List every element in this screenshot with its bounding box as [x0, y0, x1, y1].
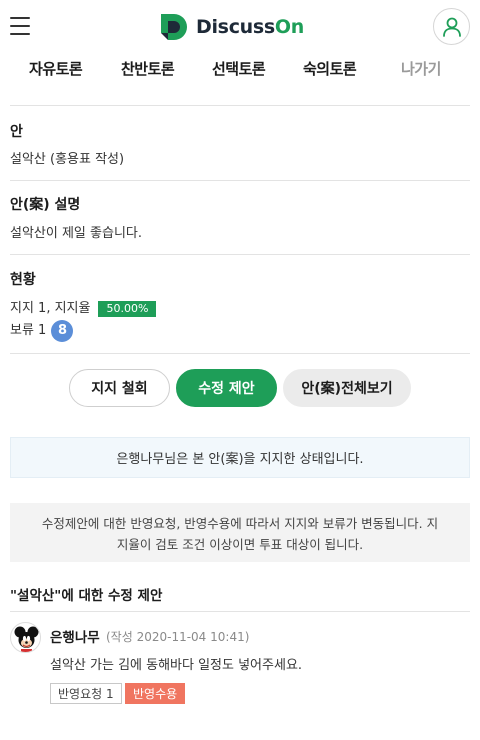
suggest-edit-button[interactable]: 수정 제안	[176, 369, 277, 407]
support-rate-badge: 50.00%	[98, 300, 157, 317]
tab-free-discussion[interactable]: 자유토론	[29, 58, 83, 79]
divider	[10, 611, 470, 612]
hold-count-text: 보류 1	[10, 323, 47, 338]
proposal-title-label: 안	[10, 124, 23, 140]
hold-row: 보류 1 8	[10, 319, 74, 342]
proposal-description-label: 안(案) 설명	[10, 197, 81, 213]
withdraw-support-button[interactable]: 지지 철회	[69, 369, 170, 407]
discussion-tabs: 자유토론 찬반토론 선택토론 숙의토론 나가기	[0, 54, 480, 86]
view-all-proposals-button[interactable]: 안(案)전체보기	[283, 369, 411, 407]
mickey-avatar-icon	[10, 622, 41, 653]
support-status-message: 은행나무님은 본 안(案)을 지지한 상태입니다.	[10, 437, 470, 478]
divider	[10, 254, 470, 255]
hold-count-badge: 8	[51, 319, 74, 342]
status-label: 현황	[10, 272, 36, 288]
suggestion-notice-line-2: 지율이 검토 조건 이상이면 투표 대상이 됩니다.	[116, 537, 364, 552]
user-profile-icon	[442, 17, 461, 37]
app-header: DiscussOn	[0, 0, 480, 54]
app-logo[interactable]: DiscussOn	[159, 12, 304, 42]
tab-choice-discussion[interactable]: 선택토론	[212, 58, 266, 79]
discusson-logo-icon	[161, 14, 187, 40]
comment-timestamp: (작성 2020-11-04 10:41)	[106, 630, 250, 644]
tab-exit[interactable]: 나가기	[401, 58, 441, 79]
user-profile-button[interactable]	[433, 8, 470, 45]
logo-text: DiscussOn	[196, 16, 304, 38]
support-row: 지지 1, 지지율 50.00%	[10, 297, 157, 317]
support-status-text: 은행나무님은 본 안(案)을 지지한 상태입니다.	[116, 452, 364, 467]
comment-author: 은행나무	[50, 630, 100, 646]
support-count-text: 지지 1, 지지율	[10, 301, 91, 316]
divider	[10, 105, 470, 106]
reflect-request-button[interactable]: 반영요청 1	[50, 683, 122, 704]
comment-body: 설악산 가는 김에 동해바다 일정도 넣어주세요.	[50, 658, 303, 673]
proposal-title-value: 설악산 (홍용표 작성)	[10, 152, 125, 167]
tab-pro-con-discussion[interactable]: 찬반토론	[121, 58, 175, 79]
divider	[10, 353, 470, 354]
suggestion-notice-line-1: 수정제안에 대한 반영요청, 반영수용에 따라서 지지와 보류가 변동됩니다. …	[41, 516, 439, 531]
proposal-description-value: 설악산이 제일 좋습니다.	[10, 226, 142, 241]
hamburger-menu-icon[interactable]	[10, 17, 30, 37]
reflect-accept-button[interactable]: 반영수용	[125, 683, 186, 704]
suggestion-notice: 수정제안에 대한 반영요청, 반영수용에 따라서 지지와 보류가 변동됩니다. …	[10, 503, 470, 562]
suggestions-heading: "설악산"에 대한 수정 제안	[10, 588, 163, 604]
divider	[10, 180, 470, 181]
tab-deliberative-discussion[interactable]: 숙의토론	[303, 58, 357, 79]
